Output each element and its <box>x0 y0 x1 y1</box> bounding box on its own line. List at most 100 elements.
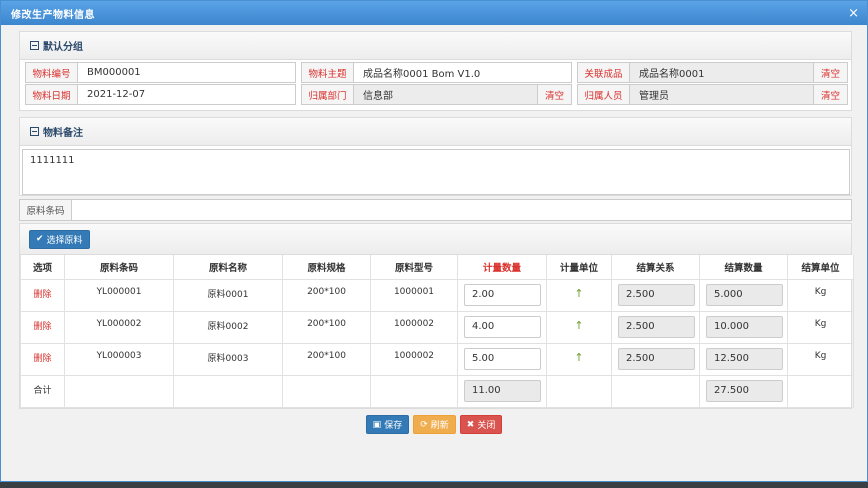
department-input[interactable]: 信息部 <box>354 85 537 104</box>
linked-product-clear-button[interactable]: 清空 <box>813 63 847 82</box>
cell-unit: ↑ <box>546 278 612 312</box>
col-header-unit: 计量单位 <box>546 255 612 280</box>
col-header-ratio: 结算关系 <box>611 255 700 280</box>
cell-ratio: 2.500 <box>611 278 700 312</box>
col-header-option: 选项 <box>20 255 65 280</box>
person-clear-button[interactable]: 清空 <box>813 85 847 104</box>
check-icon: ✔ <box>36 234 44 244</box>
arrow-up-icon: ↑ <box>574 286 584 300</box>
qty-input[interactable]: 4.00 <box>464 315 541 338</box>
cell-unit: ↑ <box>546 342 612 376</box>
settle-input: 5.000 <box>706 283 783 306</box>
table-row: 删除 YL000003 原料0003 200*100 1000002 5.00 … <box>20 342 854 376</box>
dialog-body: 默认分组 物料编号 BM000001 物料主题 成品名称0001 Bom V1.… <box>1 25 867 481</box>
department-field: 归属部门 信息部 清空 <box>301 84 572 105</box>
col-header-settle-qty: 结算数量 <box>699 255 788 280</box>
material-subject-label: 物料主题 <box>302 63 354 82</box>
barcode-label: 原料条码 <box>20 200 72 220</box>
times-icon: ✖ <box>466 419 475 430</box>
cell-settle: 10.000 <box>699 310 788 344</box>
material-grid-panel: ✔ 选择原料 选项 原料条码 原料名称 原料规格 原料型号 计量数量 计量单位 … <box>19 223 854 409</box>
cell-model: 1000002 <box>370 342 458 376</box>
select-material-button[interactable]: ✔ 选择原料 <box>29 229 90 249</box>
dialog-window: 修改生产物料信息 × 默认分组 物料编号 BM000001 物料主题 成品名称0… <box>0 0 868 482</box>
default-group-header: 默认分组 <box>20 32 851 60</box>
save-button[interactable]: ▣ 保存 <box>365 415 410 434</box>
cell-settle: 12.500 <box>699 342 788 376</box>
person-label: 归属人员 <box>578 85 630 104</box>
material-code-label: 物料编号 <box>26 63 78 82</box>
ratio-input: 2.500 <box>618 283 695 306</box>
cell-settle-unit: Kg <box>787 310 854 344</box>
cell-name: 原料0001 <box>173 278 283 312</box>
panel-square-icon <box>30 127 39 136</box>
settle-input: 10.000 <box>706 315 783 338</box>
cell-settle-unit: Kg <box>787 278 854 312</box>
person-field: 归属人员 管理员 清空 <box>577 84 848 105</box>
linked-product-input[interactable]: 成品名称0001 <box>630 63 813 82</box>
footer-actions: ▣ 保存 ⟳ 刷新 ✖ 关闭 <box>1 415 867 434</box>
col-header-model: 原料型号 <box>370 255 458 280</box>
empty-cell <box>370 374 458 408</box>
save-icon: ▣ <box>372 419 382 430</box>
total-label: 合计 <box>20 374 65 408</box>
default-group-panel: 默认分组 物料编号 BM000001 物料主题 成品名称0001 Bom V1.… <box>19 31 852 111</box>
arrow-up-icon: ↑ <box>574 318 584 332</box>
cell-name: 原料0003 <box>173 342 283 376</box>
material-table: 选项 原料条码 原料名称 原料规格 原料型号 计量数量 计量单位 结算关系 结算… <box>20 255 854 408</box>
cell-unit: ↑ <box>546 310 612 344</box>
linked-product-label: 关联成品 <box>578 63 630 82</box>
cell-settle: 5.000 <box>699 278 788 312</box>
empty-cell <box>282 374 371 408</box>
total-settle: 27.500 <box>706 379 783 402</box>
delete-row-button[interactable]: 删除 <box>20 342 65 376</box>
arrow-up-icon: ↑ <box>574 350 584 364</box>
linked-product-field: 关联成品 成品名称0001 清空 <box>577 62 848 83</box>
ratio-input: 2.500 <box>618 347 695 370</box>
material-subject-field: 物料主题 成品名称0001 Bom V1.0 <box>301 62 572 83</box>
total-qty-cell: 11.00 <box>457 374 547 408</box>
department-clear-button[interactable]: 清空 <box>537 85 571 104</box>
refresh-label: 刷新 <box>430 421 449 431</box>
title-bar: 修改生产物料信息 × <box>1 1 867 25</box>
close-icon[interactable]: × <box>848 7 859 20</box>
qty-input[interactable]: 2.00 <box>464 283 541 306</box>
cell-ratio: 2.500 <box>611 310 700 344</box>
col-header-settle-unit: 结算单位 <box>787 255 854 280</box>
cell-spec: 200*100 <box>282 310 371 344</box>
cell-settle-unit: Kg <box>787 342 854 376</box>
cell-spec: 200*100 <box>282 278 371 312</box>
remark-title: 物料备注 <box>43 128 83 139</box>
department-label: 归属部门 <box>302 85 354 104</box>
cell-model: 1000002 <box>370 310 458 344</box>
cell-code: YL000001 <box>64 278 174 312</box>
close-label: 关闭 <box>477 421 496 431</box>
material-subject-input[interactable]: 成品名称0001 Bom V1.0 <box>354 63 571 82</box>
material-code-input[interactable]: BM000001 <box>78 63 295 82</box>
remark-panel: 物料备注 1111111 <box>19 117 852 196</box>
material-code-field: 物料编号 BM000001 <box>25 62 296 83</box>
delete-row-button[interactable]: 删除 <box>20 310 65 344</box>
dialog-title: 修改生产物料信息 <box>11 9 95 21</box>
remark-textarea[interactable]: 1111111 <box>22 149 850 195</box>
person-input[interactable]: 管理员 <box>630 85 813 104</box>
barcode-input[interactable] <box>72 200 851 220</box>
cell-code: YL000002 <box>64 310 174 344</box>
material-date-input[interactable]: 2021-12-07 <box>78 85 295 104</box>
select-material-label: 选择原料 <box>46 235 83 246</box>
delete-row-button[interactable]: 删除 <box>20 278 65 312</box>
cell-qty: 5.00 <box>457 342 547 376</box>
taskbar-strip <box>0 482 868 488</box>
refresh-button[interactable]: ⟳ 刷新 <box>413 415 456 434</box>
cell-spec: 200*100 <box>282 342 371 376</box>
refresh-icon: ⟳ <box>420 419 428 430</box>
close-button[interactable]: ✖ 关闭 <box>459 415 503 434</box>
col-header-code: 原料条码 <box>64 255 174 280</box>
cell-name: 原料0002 <box>173 310 283 344</box>
empty-cell <box>787 374 854 408</box>
material-date-field: 物料日期 2021-12-07 <box>25 84 296 105</box>
cell-model: 1000001 <box>370 278 458 312</box>
total-row: 合计 11.00 27.500 <box>20 374 854 408</box>
qty-input[interactable]: 5.00 <box>464 347 541 370</box>
table-header-row: 选项 原料条码 原料名称 原料规格 原料型号 计量数量 计量单位 结算关系 结算… <box>20 255 854 280</box>
